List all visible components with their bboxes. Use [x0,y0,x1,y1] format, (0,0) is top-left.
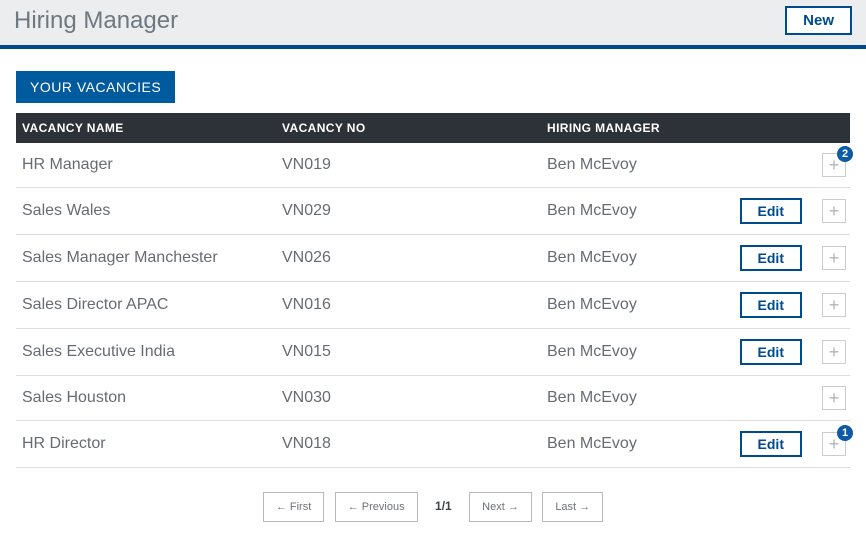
table-row: Sales Manager ManchesterVN026Ben McEvoyE… [16,235,850,282]
table-row: HR DirectorVN018Ben McEvoy Edit +1 [16,421,850,468]
add-icon[interactable]: + [822,293,846,317]
table-row: HR ManagerVN019Ben McEvoy +2 [16,143,850,188]
count-badge: 2 [837,146,853,162]
col-header-manager: HIRING MANAGER [541,113,850,143]
hiring-manager-cell: Ben McEvoy [541,188,685,235]
actions-cell: +2 [685,143,850,188]
vacancy-name-cell: HR Manager [16,143,276,188]
vacancy-no-cell: VN016 [276,282,541,329]
header-bar: Hiring Manager New [0,0,866,49]
pagination: ← First ← Previous 1/1 Next → Last → [16,492,850,522]
actions-cell: Edit +1 [685,421,850,468]
add-icon[interactable]: + [822,386,846,410]
pagination-first[interactable]: ← First [263,492,324,522]
actions-cell: Edit + [685,282,850,329]
vacancy-no-cell: VN029 [276,188,541,235]
table-row: Sales HoustonVN030Ben McEvoy + [16,376,850,421]
actions-cell: Edit + [685,329,850,376]
count-badge: 1 [837,425,853,441]
vacancy-no-cell: VN019 [276,143,541,188]
table-row: Sales Executive IndiaVN015Ben McEvoyEdit… [16,329,850,376]
add-icon[interactable]: + [822,340,846,364]
col-header-no: VACANCY NO [276,113,541,143]
add-icon[interactable]: +1 [822,432,846,456]
content-area: YOUR VACANCIES VACANCY NAME VACANCY NO H… [0,49,866,538]
add-icon[interactable]: + [822,246,846,270]
vacancy-no-cell: VN030 [276,376,541,421]
hiring-manager-cell: Ben McEvoy [541,376,685,421]
vacancy-name-cell: Sales Executive India [16,329,276,376]
pagination-last[interactable]: Last → [542,492,603,522]
add-icon[interactable]: +2 [822,153,846,177]
table-body: HR ManagerVN019Ben McEvoy+2Sales WalesVN… [16,143,850,468]
vacancy-no-cell: VN026 [276,235,541,282]
pagination-info: 1/1 [435,499,452,513]
section-tab-your-vacancies[interactable]: YOUR VACANCIES [16,71,175,103]
hiring-manager-cell: Ben McEvoy [541,143,685,188]
actions-cell: Edit + [685,188,850,235]
vacancy-name-cell: Sales Houston [16,376,276,421]
edit-button[interactable]: Edit [740,245,802,271]
pagination-previous[interactable]: ← Previous [335,492,418,522]
edit-button[interactable]: Edit [740,292,802,318]
hiring-manager-cell: Ben McEvoy [541,421,685,468]
hiring-manager-cell: Ben McEvoy [541,329,685,376]
table-row: Sales WalesVN029Ben McEvoy Edit + [16,188,850,235]
vacancy-name-cell: Sales Director APAC [16,282,276,329]
vacancy-no-cell: VN018 [276,421,541,468]
vacancies-table: VACANCY NAME VACANCY NO HIRING MANAGER H… [16,113,850,468]
new-button[interactable]: New [785,6,852,35]
table-row: Sales Director APACVN016Ben McEvoy Edit + [16,282,850,329]
table-header-row: VACANCY NAME VACANCY NO HIRING MANAGER [16,113,850,143]
vacancy-name-cell: Sales Manager Manchester [16,235,276,282]
vacancy-no-cell: VN015 [276,329,541,376]
add-icon[interactable]: + [822,199,846,223]
hiring-manager-cell: Ben McEvoy [541,282,685,329]
page-title: Hiring Manager [14,7,178,35]
edit-button[interactable]: Edit [740,339,802,365]
edit-button[interactable]: Edit [740,431,802,457]
vacancy-name-cell: Sales Wales [16,188,276,235]
actions-cell: + [685,376,850,421]
actions-cell: Edit + [685,235,850,282]
edit-button[interactable]: Edit [740,198,802,224]
hiring-manager-cell: Ben McEvoy [541,235,685,282]
vacancy-name-cell: HR Director [16,421,276,468]
col-header-name: VACANCY NAME [16,113,276,143]
pagination-next[interactable]: Next → [469,492,532,522]
